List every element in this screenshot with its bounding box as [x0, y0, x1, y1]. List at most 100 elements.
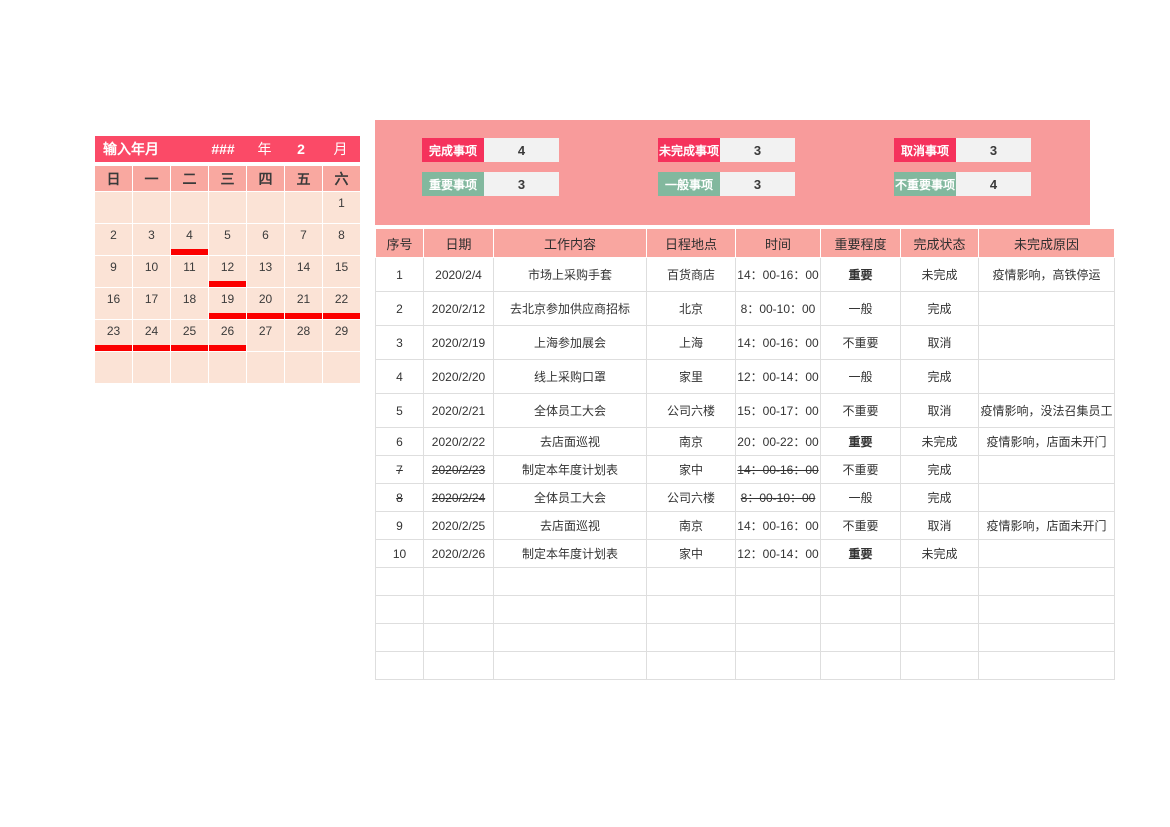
cell-empty[interactable] — [735, 623, 821, 652]
cell-importance[interactable]: 不重要 — [820, 393, 901, 428]
cell-importance[interactable]: 一般 — [820, 483, 901, 512]
cell-status[interactable]: 完成 — [900, 483, 979, 512]
cell-time[interactable]: 8：00-10：00 — [735, 483, 821, 512]
column-header-5[interactable]: 重要程度 — [820, 228, 901, 258]
cell-reason[interactable]: 疫情影响，没法召集员工 — [978, 393, 1115, 428]
cell-date[interactable]: 2020/2/25 — [423, 511, 494, 540]
calendar-day-22[interactable]: 22 — [323, 288, 360, 319]
cell-empty[interactable] — [978, 595, 1115, 624]
cell-date[interactable]: 2020/2/21 — [423, 393, 494, 428]
cell-work[interactable]: 去北京参加供应商招标 — [493, 291, 647, 326]
table-row[interactable]: 8 2020/2/24 全体员工大会 公司六楼 8：00-10：00 一般 完成 — [375, 483, 1115, 512]
cell-idx[interactable]: 7 — [375, 455, 424, 484]
cell-importance[interactable]: 一般 — [820, 291, 901, 326]
cell-reason[interactable]: 疫情影响，店面未开门 — [978, 511, 1115, 540]
cell-idx[interactable]: 1 — [375, 257, 424, 292]
cell-status[interactable]: 取消 — [900, 511, 979, 540]
cell-reason[interactable] — [978, 325, 1115, 360]
cell-idx[interactable]: 8 — [375, 483, 424, 512]
cell-empty[interactable] — [375, 623, 424, 652]
cell-work[interactable]: 制定本年度计划表 — [493, 539, 647, 568]
cell-empty[interactable] — [493, 623, 647, 652]
calendar-day-16[interactable]: 16 — [95, 288, 132, 319]
calendar-day-2[interactable]: 2 — [95, 224, 132, 255]
cell-status[interactable]: 完成 — [900, 291, 979, 326]
cell-status[interactable]: 取消 — [900, 325, 979, 360]
cell-empty[interactable] — [423, 567, 494, 596]
calendar-day-6[interactable]: 6 — [247, 224, 284, 255]
cell-idx[interactable]: 9 — [375, 511, 424, 540]
column-header-4[interactable]: 时间 — [735, 228, 821, 258]
cell-time[interactable]: 20：00-22：00 — [735, 427, 821, 456]
cell-empty[interactable] — [375, 567, 424, 596]
cell-importance[interactable]: 不重要 — [820, 325, 901, 360]
calendar-day-23[interactable]: 23 — [95, 320, 132, 351]
column-header-7[interactable]: 未完成原因 — [978, 228, 1115, 258]
calendar-day-15[interactable]: 15 — [323, 256, 360, 287]
table-row-empty[interactable] — [375, 567, 1115, 596]
cell-importance[interactable]: 不重要 — [820, 511, 901, 540]
cell-work[interactable]: 上海参加展会 — [493, 325, 647, 360]
calendar-day-29[interactable]: 29 — [323, 320, 360, 351]
cell-work[interactable]: 市场上采购手套 — [493, 257, 647, 292]
cell-time[interactable]: 14：00-16：00 — [735, 325, 821, 360]
calendar-day-17[interactable]: 17 — [133, 288, 170, 319]
cell-empty[interactable] — [423, 595, 494, 624]
cell-time[interactable]: 15：00-17：00 — [735, 393, 821, 428]
cell-idx[interactable]: 3 — [375, 325, 424, 360]
cell-reason[interactable]: 疫情影响，高铁停运 — [978, 257, 1115, 292]
calendar-day-18[interactable]: 18 — [171, 288, 208, 319]
table-row[interactable]: 1 2020/2/4 市场上采购手套 百货商店 14：00-16：00 重要 未完成 疫情影响… — [375, 257, 1115, 292]
cell-idx[interactable]: 6 — [375, 427, 424, 456]
cell-status[interactable]: 完成 — [900, 359, 979, 394]
cell-empty[interactable] — [375, 595, 424, 624]
calendar-day-1[interactable]: 1 — [323, 192, 360, 223]
calendar-day-26[interactable]: 26 — [209, 320, 246, 351]
cell-time[interactable]: 12：00-14：00 — [735, 539, 821, 568]
table-row[interactable]: 6 2020/2/22 去店面巡视 南京 20：00-22：00 重要 未完成 疫情影响，店面… — [375, 427, 1115, 456]
column-header-2[interactable]: 工作内容 — [493, 228, 647, 258]
cell-status[interactable]: 完成 — [900, 455, 979, 484]
cell-reason[interactable]: 疫情影响，店面未开门 — [978, 427, 1115, 456]
calendar-day-8[interactable]: 8 — [323, 224, 360, 255]
calendar-year-value[interactable]: ### — [198, 141, 248, 157]
calendar-day-13[interactable]: 13 — [247, 256, 284, 287]
cell-reason[interactable] — [978, 359, 1115, 394]
cell-importance[interactable]: 不重要 — [820, 455, 901, 484]
cell-place[interactable]: 家里 — [646, 359, 736, 394]
cell-idx[interactable]: 4 — [375, 359, 424, 394]
table-row[interactable]: 2 2020/2/12 去北京参加供应商招标 北京 8：00-10：00 一般 完成 — [375, 291, 1115, 326]
cell-empty[interactable] — [900, 623, 979, 652]
cell-date[interactable]: 2020/2/19 — [423, 325, 494, 360]
cell-work[interactable]: 全体员工大会 — [493, 393, 647, 428]
cell-idx[interactable]: 10 — [375, 539, 424, 568]
cell-date[interactable]: 2020/2/22 — [423, 427, 494, 456]
cell-date[interactable]: 2020/2/24 — [423, 483, 494, 512]
cell-reason[interactable] — [978, 483, 1115, 512]
cell-empty[interactable] — [820, 567, 901, 596]
calendar-day-3[interactable]: 3 — [133, 224, 170, 255]
cell-empty[interactable] — [646, 567, 736, 596]
cell-date[interactable]: 2020/2/26 — [423, 539, 494, 568]
cell-empty[interactable] — [900, 651, 979, 680]
cell-place[interactable]: 公司六楼 — [646, 483, 736, 512]
cell-status[interactable]: 未完成 — [900, 257, 979, 292]
cell-empty[interactable] — [978, 567, 1115, 596]
cell-reason[interactable] — [978, 455, 1115, 484]
cell-idx[interactable]: 2 — [375, 291, 424, 326]
calendar-day-4[interactable]: 4 — [171, 224, 208, 255]
cell-place[interactable]: 家中 — [646, 539, 736, 568]
column-header-1[interactable]: 日期 — [423, 228, 494, 258]
calendar-day-5[interactable]: 5 — [209, 224, 246, 255]
cell-time[interactable]: 12：00-14：00 — [735, 359, 821, 394]
cell-time[interactable]: 14：00-16：00 — [735, 511, 821, 540]
cell-empty[interactable] — [493, 651, 647, 680]
cell-date[interactable]: 2020/2/23 — [423, 455, 494, 484]
cell-empty[interactable] — [423, 623, 494, 652]
cell-empty[interactable] — [820, 623, 901, 652]
column-header-3[interactable]: 日程地点 — [646, 228, 736, 258]
table-row[interactable]: 9 2020/2/25 去店面巡视 南京 14：00-16：00 不重要 取消 疫情影响，店面… — [375, 511, 1115, 540]
cell-place[interactable]: 公司六楼 — [646, 393, 736, 428]
calendar-day-21[interactable]: 21 — [285, 288, 322, 319]
cell-reason[interactable] — [978, 539, 1115, 568]
